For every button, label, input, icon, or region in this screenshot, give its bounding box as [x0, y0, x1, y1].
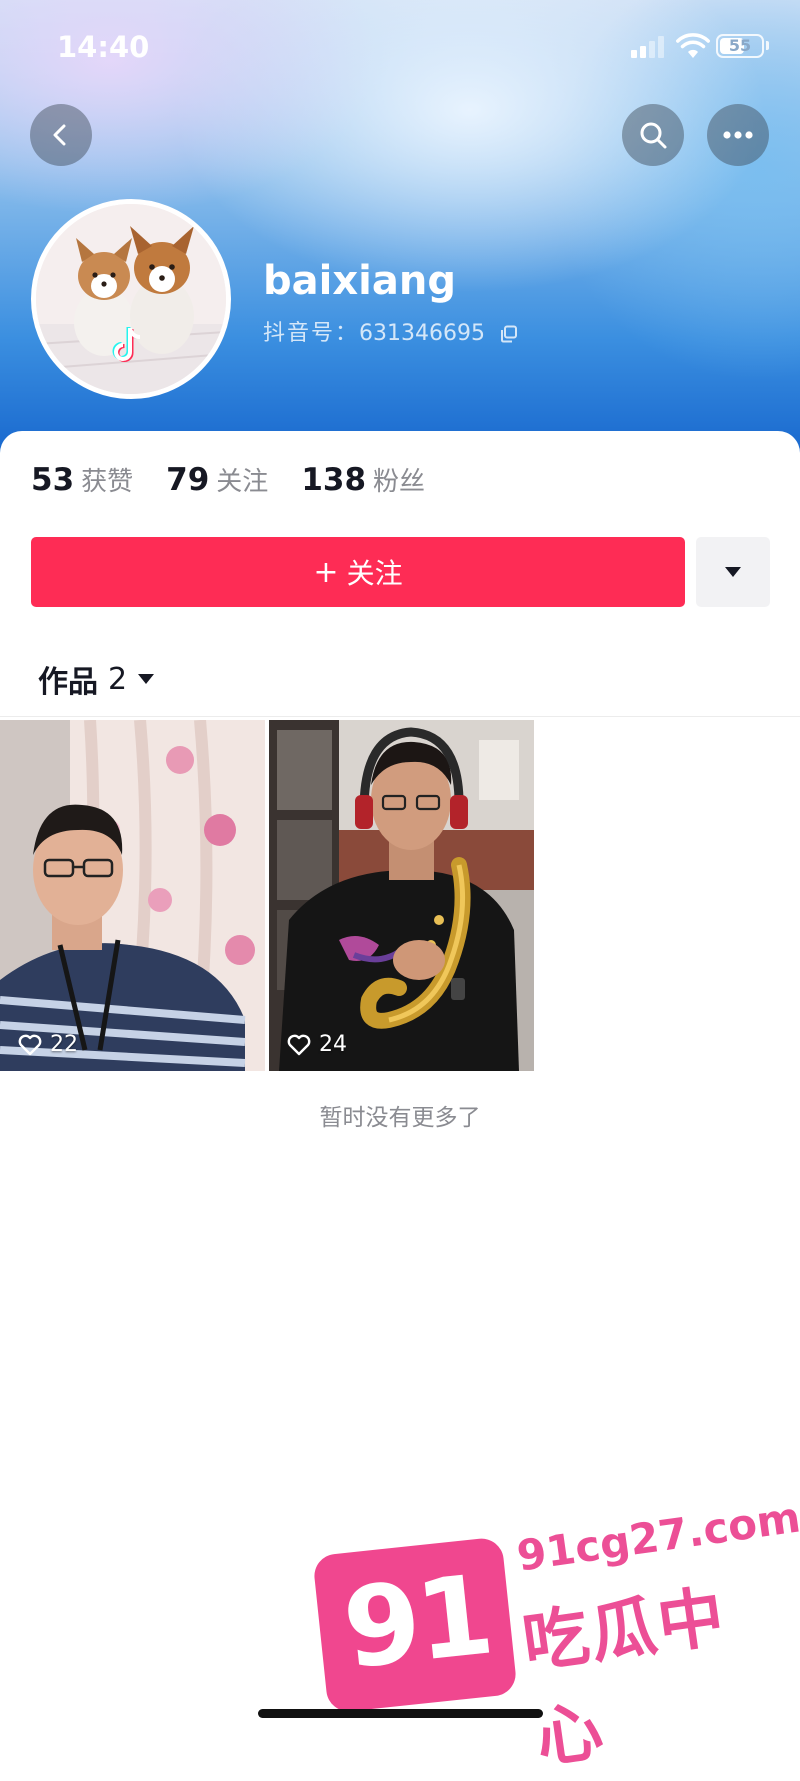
- no-more-content: 暂时没有更多了: [319, 1105, 481, 1131]
- username: baixiang: [263, 258, 456, 304]
- caret-down-icon: [725, 567, 741, 577]
- stat-likes-value: 53: [31, 462, 75, 498]
- tab-works[interactable]: 作品 2: [38, 657, 155, 701]
- douyin-id-value: 631346695: [359, 321, 485, 346]
- watermark-logo: 91 91cg27.com 吃瓜中心: [312, 1480, 800, 1777]
- video-thumbnail[interactable]: 24: [269, 720, 534, 1071]
- more-button[interactable]: [707, 104, 769, 166]
- heart-icon: [18, 1034, 42, 1055]
- search-icon: [640, 122, 667, 149]
- home-indicator[interactable]: [258, 1709, 543, 1718]
- heart-icon: [287, 1034, 311, 1055]
- battery-tip: [766, 41, 769, 50]
- avatar[interactable]: [31, 199, 231, 399]
- stat-following-value: 79: [166, 462, 210, 498]
- tab-works-count: 2: [108, 661, 128, 697]
- more-icon: [723, 131, 753, 139]
- douyin-id[interactable]: 抖音号：631346695: [263, 315, 518, 347]
- back-button[interactable]: [30, 104, 92, 166]
- status-bar: 14:40 55: [0, 0, 800, 96]
- stat-following-label: 关注: [216, 467, 269, 497]
- status-time: 14:40: [57, 30, 150, 64]
- battery-level: 55: [728, 36, 752, 55]
- copy-icon[interactable]: [500, 325, 518, 343]
- douyin-id-label: 抖音号：: [263, 321, 360, 346]
- stat-followers-value: 138: [301, 462, 367, 498]
- follow-button[interactable]: + 关注: [31, 537, 685, 607]
- video-thumbnail[interactable]: 22: [0, 720, 265, 1071]
- like-count-value: 22: [50, 1032, 78, 1057]
- watermark-number: 91: [337, 1550, 496, 1694]
- video-cover-image: [0, 720, 265, 1071]
- video-cover-image: [269, 720, 534, 1071]
- stat-likes-label: 获赞: [81, 467, 134, 497]
- avatar-image: [36, 204, 226, 394]
- stat-followers[interactable]: 138 粉丝: [301, 461, 425, 498]
- video-grid: 22 24: [0, 720, 534, 1071]
- follow-plus-icon: +: [313, 554, 339, 590]
- like-count-value: 24: [319, 1032, 347, 1057]
- divider: [0, 716, 800, 717]
- wifi-icon: [676, 33, 710, 58]
- search-button[interactable]: [622, 104, 684, 166]
- profile-stats: 53 获赞 79 关注 138 粉丝: [31, 461, 458, 501]
- like-count: 24: [287, 1032, 347, 1057]
- caret-down-icon: [138, 674, 155, 684]
- more-options-dropdown[interactable]: [696, 537, 770, 607]
- like-count: 22: [18, 1032, 78, 1057]
- stat-followers-label: 粉丝: [373, 467, 426, 497]
- follow-label: 关注: [346, 557, 403, 590]
- stat-likes[interactable]: 53 获赞: [31, 461, 133, 498]
- watermark-name: 吃瓜中心: [518, 1577, 731, 1778]
- back-icon: [53, 124, 66, 146]
- stat-following[interactable]: 79 关注: [166, 461, 268, 498]
- battery-icon: 55: [716, 34, 764, 58]
- signal-icon: [631, 36, 667, 58]
- tab-works-label: 作品: [38, 665, 98, 700]
